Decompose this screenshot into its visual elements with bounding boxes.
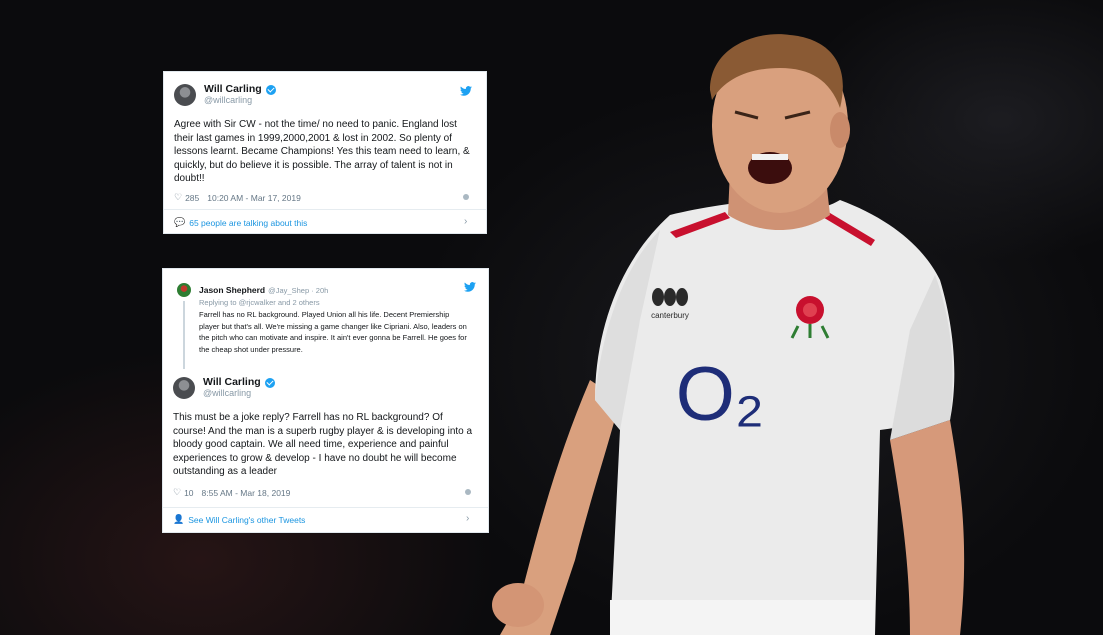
- author-handle[interactable]: @willcarling: [204, 95, 276, 106]
- divider: [164, 209, 486, 210]
- avatar[interactable]: [174, 84, 196, 106]
- tweet-header: Will Carling @willcarling: [174, 83, 276, 106]
- info-icon[interactable]: [463, 194, 469, 200]
- other-tweets-link-label[interactable]: See Will Carling's other Tweets: [188, 515, 305, 525]
- author-handle[interactable]: @willcarling: [203, 388, 275, 399]
- author-name[interactable]: Will Carling: [204, 83, 262, 96]
- avatar[interactable]: [173, 377, 195, 399]
- twitter-bird-icon[interactable]: [464, 282, 476, 292]
- person-icon: 👤: [173, 514, 185, 524]
- parent-tweet[interactable]: Jason Shepherd @Jay_Shep · 20h Replying …: [177, 283, 473, 355]
- avatar[interactable]: [177, 283, 191, 297]
- sponsor-logo: O₂: [676, 352, 765, 437]
- twitter-bird-icon[interactable]: [460, 86, 472, 96]
- like-count[interactable]: 285: [185, 193, 199, 203]
- verified-badge-icon: [264, 377, 275, 388]
- tweet-text: This must be a joke reply? Farrell has n…: [173, 412, 473, 477]
- conversation-link-label[interactable]: 65 people are talking about this: [189, 218, 307, 228]
- speech-bubble-icon: 💬: [174, 217, 186, 227]
- heart-icon[interactable]: ♡: [173, 487, 181, 498]
- tweet-card[interactable]: Jason Shepherd @Jay_Shep · 20h Replying …: [162, 268, 489, 533]
- timestamp[interactable]: 8:55 AM - Mar 18, 2019: [202, 488, 291, 498]
- tweet-header: Will Carling @willcarling: [173, 376, 275, 399]
- parent-author-name[interactable]: Jason Shepherd: [199, 285, 265, 295]
- tweet-card[interactable]: Will Carling @willcarling Agree with Sir…: [163, 71, 487, 234]
- parent-tweet-text: Farrell has no RL background. Played Uni…: [199, 310, 467, 354]
- parent-author-handle[interactable]: @Jay_Shep · 20h: [268, 286, 328, 295]
- tweet-meta: ♡ 10 8:55 AM - Mar 18, 2019: [173, 487, 290, 498]
- chevron-right-icon[interactable]: ›: [466, 513, 469, 524]
- conversation-link[interactable]: 💬 65 people are talking about this: [174, 217, 307, 228]
- heart-icon[interactable]: ♡: [174, 192, 182, 203]
- author-name[interactable]: Will Carling: [203, 376, 261, 389]
- timestamp[interactable]: 10:20 AM - Mar 17, 2019: [207, 193, 301, 203]
- divider: [163, 507, 488, 508]
- verified-badge-icon: [265, 84, 276, 95]
- chevron-right-icon[interactable]: ›: [464, 216, 467, 227]
- other-tweets-link[interactable]: 👤 See Will Carling's other Tweets: [173, 514, 305, 525]
- replying-to-label[interactable]: Replying to @rjcwalker and 2 others: [199, 298, 473, 307]
- kit-brand-label: canterbury: [651, 311, 689, 320]
- rugby-player-photo: canterbury O₂: [492, 34, 965, 635]
- tweet-text: Agree with Sir CW - not the time/ no nee…: [174, 119, 470, 184]
- info-icon[interactable]: [465, 489, 471, 495]
- tweet-meta: ♡ 285 10:20 AM - Mar 17, 2019: [174, 192, 301, 203]
- like-count[interactable]: 10: [184, 488, 193, 498]
